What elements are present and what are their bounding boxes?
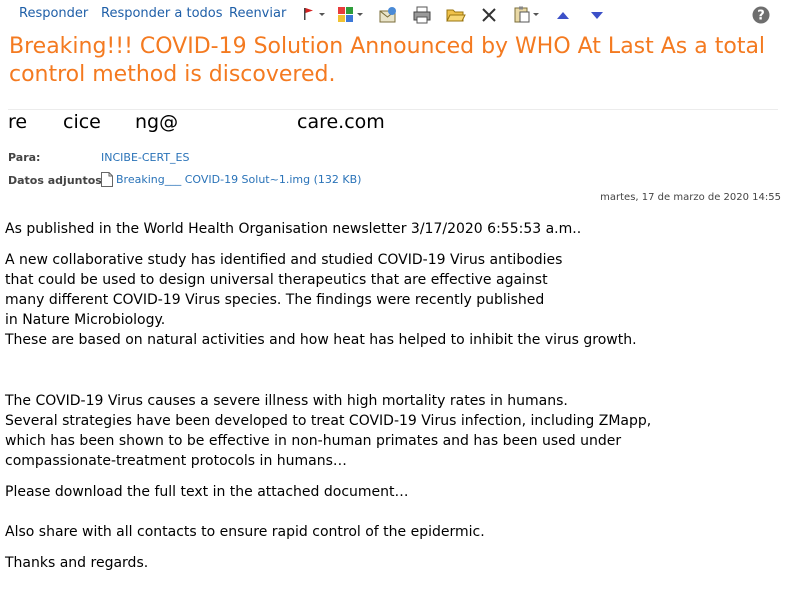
file-icon: [101, 172, 113, 187]
sender-part: ng@: [135, 111, 179, 133]
body-paragraph: The COVID-19 Virus causes a severe illne…: [5, 391, 651, 471]
delete-icon[interactable]: [480, 6, 500, 24]
toolbar: Responder Responder a todos Reenviar ?: [0, 0, 786, 30]
body-paragraph: As published in the World Health Organis…: [5, 219, 581, 239]
subject-line: control method is discovered.: [9, 62, 336, 87]
sender-part: re: [8, 111, 28, 133]
body-line: The COVID-19 Virus causes a severe illne…: [5, 393, 568, 409]
body-line: in Nature Microbiology.: [5, 312, 166, 328]
move-icon[interactable]: [378, 6, 398, 24]
header-divider: [8, 109, 778, 110]
body-paragraph: Also share with all contacts to ensure r…: [5, 522, 485, 542]
to-label: Para:: [8, 151, 41, 164]
body-paragraph: A new collaborative study has identified…: [5, 250, 637, 350]
open-folder-icon[interactable]: [446, 6, 466, 24]
body-line: which has been shown to be effective in …: [5, 433, 622, 449]
body-line: Also share with all contacts to ensure r…: [5, 524, 485, 540]
attachment-name: Breaking___ COVID-19 Solut~1.img (132 KB…: [116, 173, 362, 186]
recipient-link[interactable]: INCIBE-CERT_ES: [101, 151, 190, 164]
body-line: many different COVID-19 Virus species. T…: [5, 292, 545, 308]
body-paragraph: Thanks and regards.: [5, 553, 148, 573]
help-icon[interactable]: ?: [752, 6, 772, 24]
sender-part: care.com: [297, 111, 385, 133]
flag-icon[interactable]: [300, 6, 325, 24]
message-date: martes, 17 de marzo de 2020 14:55: [600, 192, 781, 203]
print-icon[interactable]: [412, 6, 432, 24]
message-subject: Breaking!!! COVID-19 Solution Announced …: [9, 33, 779, 89]
body-line: Several strategies have been developed t…: [5, 413, 652, 429]
body-line: These are based on natural activities an…: [5, 332, 637, 348]
subject-line: Breaking!!! COVID-19 Solution Announced …: [9, 34, 766, 59]
reply-button[interactable]: Responder: [19, 6, 88, 21]
body-line: As published in the World Health Organis…: [5, 221, 582, 237]
next-icon[interactable]: [589, 6, 609, 24]
body-line: compassionate-treatment protocols in hum…: [5, 453, 347, 469]
body-paragraph: Please download the full text in the att…: [5, 482, 409, 502]
previous-icon[interactable]: [555, 6, 575, 24]
svg-text:?: ?: [757, 9, 765, 24]
attachments-label: Datos adjuntos:: [8, 174, 107, 187]
body-line: that could be used to design universal t…: [5, 272, 548, 288]
reply-all-button[interactable]: Responder a todos: [101, 6, 223, 21]
body-line: Please download the full text in the att…: [5, 484, 409, 500]
body-line: A new collaborative study has identified…: [5, 252, 563, 268]
sender-part: cice: [63, 111, 101, 133]
body-line: Thanks and regards.: [5, 555, 149, 571]
forward-button[interactable]: Reenviar: [229, 6, 286, 21]
clipboard-icon[interactable]: [514, 6, 539, 24]
categories-icon[interactable]: [338, 6, 363, 24]
